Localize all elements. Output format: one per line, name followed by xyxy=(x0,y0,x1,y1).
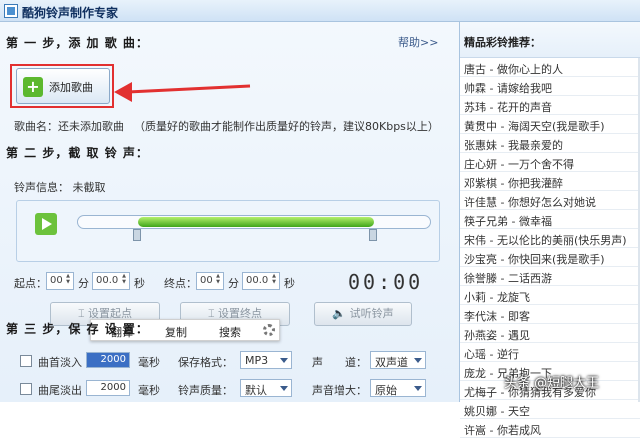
list-item[interactable]: 唐古 - 做你心上的人 xyxy=(460,58,640,77)
list-item[interactable]: 许佳慧 - 你想好怎么对她说 xyxy=(460,191,640,210)
title-bar: 酷狗铃声制作专家 xyxy=(0,0,640,22)
list-item[interactable]: 徐誉滕 - 二话西游 xyxy=(460,267,640,286)
end-sec-input[interactable]: 00.0 xyxy=(242,272,280,290)
chevron-down-icon xyxy=(414,386,422,391)
fade-out-label: 曲尾淡出 xyxy=(38,384,82,397)
fade-out-checkbox[interactable] xyxy=(20,383,32,395)
preview-label: 试听铃声 xyxy=(349,307,394,320)
fade-in-checkbox[interactable] xyxy=(20,355,32,367)
step2-title: 第 二 步，截 取 铃 声： xyxy=(6,146,149,160)
left-panel: 第 一 步，添 加 歌 曲： 帮助>> + 添加歌曲 歌曲名：还未添加歌曲 （质量… xyxy=(0,22,460,402)
end-min-unit: 分 xyxy=(228,277,239,290)
start-sec-unit: 秒 xyxy=(134,277,145,290)
window-title: 酷狗铃声制作专家 xyxy=(22,6,119,20)
fade-in-input[interactable]: 2000 xyxy=(86,352,130,368)
ringtone-info-label: 铃声信息： xyxy=(14,181,69,194)
audio-player xyxy=(16,200,440,262)
format-value: MP3 xyxy=(245,354,269,367)
fade-in-label: 曲首淡入 xyxy=(38,356,82,369)
help-link[interactable]: 帮助>> xyxy=(398,34,438,50)
volume-select[interactable]: 原始 xyxy=(370,379,426,397)
fade-out-unit: 毫秒 xyxy=(138,384,160,397)
time-display: 00:00 xyxy=(348,270,424,294)
format-select[interactable]: MP3 xyxy=(240,351,292,369)
list-item[interactable]: 孙燕姿 - 遇见 xyxy=(460,324,640,343)
volume-value: 原始 xyxy=(375,384,397,397)
play-icon[interactable] xyxy=(35,213,57,235)
add-song-button[interactable]: + 添加歌曲 xyxy=(16,68,110,104)
list-item[interactable]: 心瑶 - 逆行 xyxy=(460,343,640,362)
chevron-down-icon xyxy=(280,358,288,363)
start-handle[interactable] xyxy=(132,229,141,241)
format-label: 保存格式： xyxy=(178,356,233,369)
add-song-label: 添加歌曲 xyxy=(49,81,93,94)
list-item[interactable]: 小莉 - 龙旋飞 xyxy=(460,286,640,305)
chevron-down-icon xyxy=(414,358,422,363)
list-item[interactable]: 姚贝娜 - 天空 xyxy=(460,400,640,419)
end-min-input[interactable]: 00 xyxy=(196,272,224,290)
channel-value: 双声道 xyxy=(375,356,408,369)
list-item[interactable]: 沙宝亮 - 你快回来(我是歌手) xyxy=(460,248,640,267)
fade-in-unit: 毫秒 xyxy=(138,356,160,369)
selection-range xyxy=(137,217,374,227)
start-sec-input[interactable]: 00.0 xyxy=(92,272,130,290)
list-item[interactable]: 邓紫棋 - 你把我灌醉 xyxy=(460,172,640,191)
search-item[interactable]: 搜索 xyxy=(219,324,241,340)
step1-title: 第 一 步，添 加 歌 曲： xyxy=(6,36,149,50)
recommend-panel: 精品彩铃推荐： 唐古 - 做你心上的人 帅霖 - 请嫁给我吧 苏玮 - 花开的声音黄… xyxy=(460,22,640,438)
end-label: 终点： xyxy=(164,277,197,290)
list-item[interactable]: 张惠妹 - 我最亲爱的 xyxy=(460,134,640,153)
list-item[interactable]: 庄心妍 - 一万个舍不得 xyxy=(460,153,640,172)
step3-title: 第 三 步，保 存 设 置： xyxy=(6,322,149,336)
fade-out-input[interactable]: 2000 xyxy=(86,380,130,396)
channel-label: 声 道： xyxy=(312,356,367,369)
plus-icon: + xyxy=(23,77,43,97)
quality-select[interactable]: 默认 xyxy=(240,379,292,397)
list-item[interactable]: 筷子兄弟 - 微幸福 xyxy=(460,210,640,229)
preview-button[interactable]: 🔈 试听铃声 xyxy=(314,302,412,326)
start-label: 起点： xyxy=(14,277,47,290)
song-name-label: 歌曲名：还未添加歌曲 xyxy=(14,120,124,133)
start-min-input[interactable]: 00 xyxy=(46,272,74,290)
channel-select[interactable]: 双声道 xyxy=(370,351,426,369)
list-item[interactable]: 宋伟 - 无以伦比的美丽(快乐男声) xyxy=(460,229,640,248)
gear-icon[interactable] xyxy=(263,324,275,336)
quality-note: （质量好的歌曲才能制作出质量好的铃声，建议80Kbps以上） xyxy=(134,120,439,133)
volume-label: 声音增大： xyxy=(312,384,367,397)
list-item[interactable]: 帅霖 - 请嫁给我吧 xyxy=(460,77,640,96)
start-min-unit: 分 xyxy=(78,277,89,290)
progress-track[interactable] xyxy=(77,215,431,229)
copy-item[interactable]: 复制 xyxy=(165,324,187,340)
ringtone-info-value: 未截取 xyxy=(72,181,106,194)
red-arrow-icon xyxy=(114,82,251,102)
list-item[interactable]: 苏玮 - 花开的声音 xyxy=(460,96,640,115)
end-handle[interactable] xyxy=(368,229,377,241)
list-item[interactable]: 许嵩 - 你若成风 xyxy=(460,419,640,438)
app-icon xyxy=(4,4,18,18)
recommend-title: 精品彩铃推荐： xyxy=(464,36,541,49)
song-name-line: 歌曲名：还未添加歌曲 （质量好的歌曲才能制作出质量好的铃声，建议80Kbps以上） xyxy=(14,118,439,134)
chevron-down-icon xyxy=(280,386,288,391)
watermark: 头条 @短腿大王 xyxy=(504,376,600,391)
ringtone-info: 铃声信息： 未截取 xyxy=(14,179,106,195)
quality-label: 铃声质量： xyxy=(178,384,233,397)
list-item[interactable]: 黄贯中 - 海阔天空(我是歌手) xyxy=(460,115,640,134)
end-sec-unit: 秒 xyxy=(284,277,295,290)
quality-value: 默认 xyxy=(245,384,267,397)
list-item[interactable]: 李代沫 - 即客 xyxy=(460,305,640,324)
recommend-header: 精品彩铃推荐： xyxy=(460,22,640,58)
